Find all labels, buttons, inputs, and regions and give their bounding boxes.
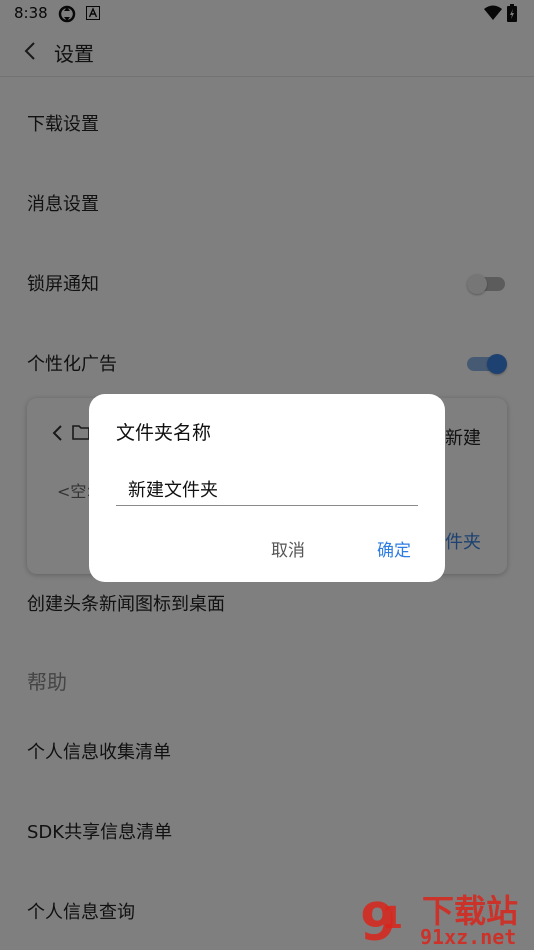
dialog-title: 文件夹名称 (116, 422, 212, 444)
folder-name-dialog: 文件夹名称 取消 确定 (89, 394, 445, 582)
svg-text:1: 1 (382, 901, 403, 936)
confirm-button[interactable]: 确定 (377, 536, 411, 561)
site-watermark-logo: 9 1 下载站 91xz.net (360, 888, 530, 952)
folder-name-input[interactable] (116, 472, 418, 506)
watermark-site: 91xz.net (420, 925, 516, 948)
cancel-button[interactable]: 取消 (271, 536, 305, 561)
